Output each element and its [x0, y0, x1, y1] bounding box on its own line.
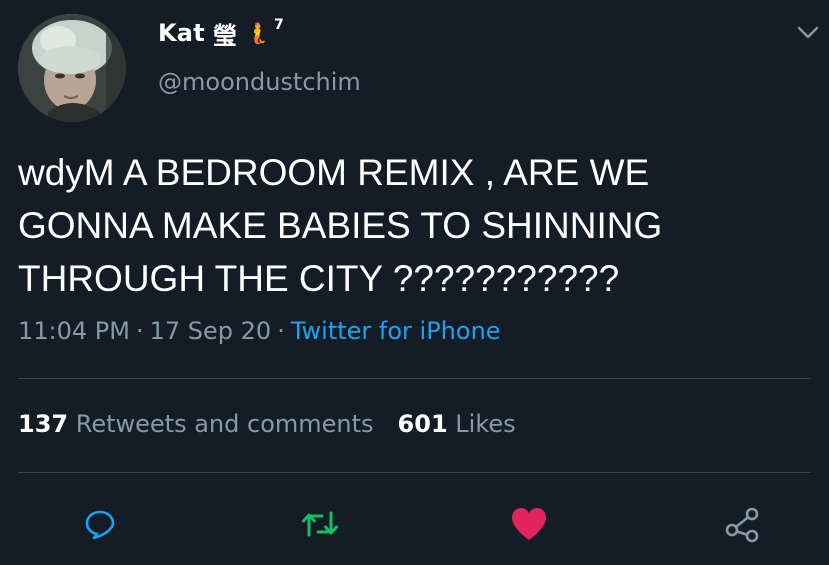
tweet-source-link[interactable]: Twitter for iPhone: [291, 317, 501, 345]
likes-label: Likes: [455, 410, 516, 438]
like-button[interactable]: [507, 502, 551, 546]
share-icon: [725, 507, 759, 543]
display-name-glyph: 瑩: [212, 21, 238, 50]
meta-separator: ·: [277, 317, 285, 345]
heart-icon: [512, 508, 546, 540]
retweet-icon: [302, 511, 338, 537]
reply-button[interactable]: [78, 502, 122, 546]
user-handle[interactable]: @moondustchim: [158, 68, 361, 96]
tweet-text: wdyM A BEDROOM REMIX , ARE WE GONNA MAKE…: [18, 152, 663, 299]
retweets-label: Retweets and comments: [75, 410, 374, 438]
likes-stat[interactable]: 601 Likes: [398, 410, 516, 438]
share-button[interactable]: [720, 502, 764, 546]
tweet-card: Kat 瑩 🧜 7 @moondustchim wdyM A BEDROOM R…: [0, 0, 829, 565]
name-superscript: 7: [273, 17, 284, 33]
meta-separator: ·: [135, 317, 144, 345]
divider: [18, 472, 811, 473]
avatar[interactable]: [18, 14, 126, 122]
chevron-down-icon[interactable]: [796, 24, 820, 42]
mermaid-emoji-icon: 🧜: [245, 21, 270, 45]
tweet-stats: 137 Retweets and comments 601 Likes: [18, 410, 516, 438]
avatar-image: [18, 14, 126, 122]
reply-icon: [85, 510, 115, 540]
divider: [18, 378, 811, 379]
display-name[interactable]: Kat: [158, 19, 205, 47]
likes-count: 601: [397, 410, 448, 438]
retweets-count: 137: [18, 410, 69, 438]
retweet-button[interactable]: [298, 502, 342, 546]
tweet-meta: 11:04 PM · 17 Sep 20 · Twitter for iPhone: [18, 317, 501, 345]
retweets-stat[interactable]: 137 Retweets and comments: [18, 410, 374, 438]
tweet-date[interactable]: 17 Sep 20: [150, 317, 272, 345]
tweet-time: 11:04 PM: [18, 317, 130, 345]
author-name-row[interactable]: Kat 瑩 🧜 7: [158, 16, 284, 50]
